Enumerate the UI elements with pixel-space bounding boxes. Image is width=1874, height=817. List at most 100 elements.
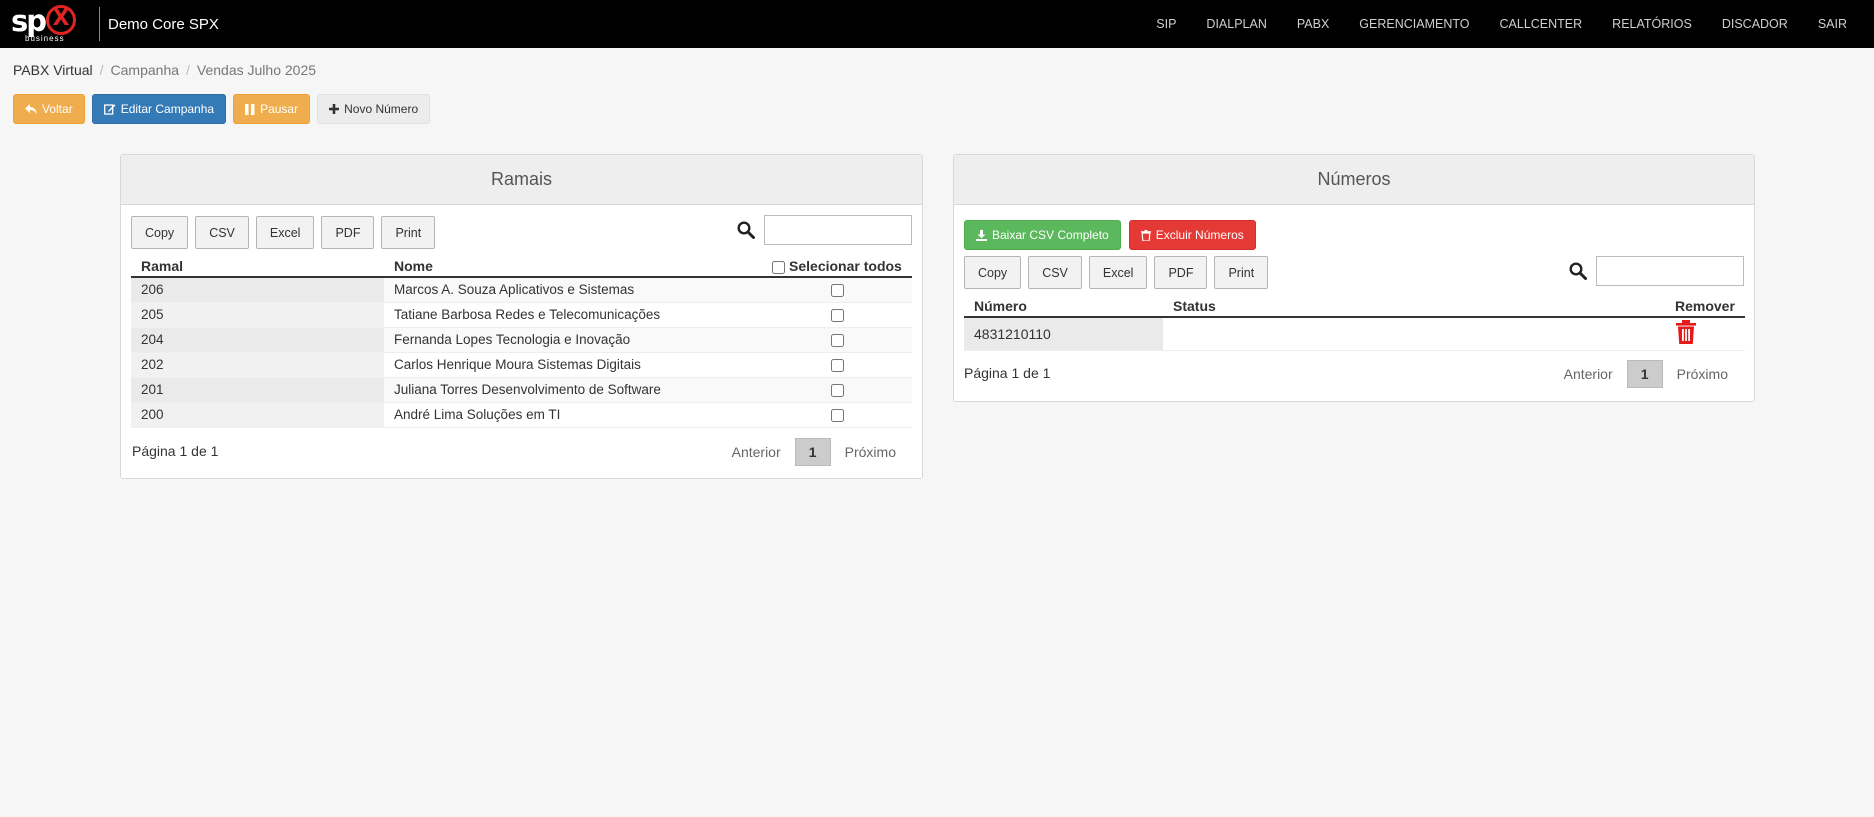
pausar-button[interactable]: Pausar xyxy=(233,94,311,124)
campaign-toolbar: Voltar Editar Campanha Pausar Novo Númer… xyxy=(13,94,431,124)
numeros-table-wrap: Número Status Remover 4831210110 xyxy=(964,295,1745,351)
table-row: 202 Carlos Henrique Moura Sistemas Digit… xyxy=(131,352,912,378)
table-row: 204 Fernanda Lopes Tecnologia e Inovação xyxy=(131,327,912,353)
col-remover: Remover xyxy=(1665,295,1745,318)
col-selecionar-todos: Selecionar todos xyxy=(762,255,912,278)
ramais-pdf-button[interactable]: PDF xyxy=(321,216,375,249)
ramais-search-input[interactable] xyxy=(764,215,912,245)
baixar-csv-label: Baixar CSV Completo xyxy=(992,228,1109,242)
select-all-checkbox[interactable] xyxy=(772,260,786,274)
ramais-print-button[interactable]: Print xyxy=(381,216,436,249)
search-icon xyxy=(1569,262,1587,280)
breadcrumb-pabx-virtual[interactable]: PABX Virtual xyxy=(13,62,93,78)
numeros-print-button[interactable]: Print xyxy=(1214,256,1269,289)
table-row: 4831210110 xyxy=(964,317,1745,351)
main-menu: SIP DIALPLAN PABX GERENCIAMENTO CALLCENT… xyxy=(1126,0,1847,48)
row-checkbox[interactable] xyxy=(830,333,844,347)
spx-logo[interactable]: sp X business xyxy=(0,0,86,48)
pager-current-page[interactable]: 1 xyxy=(1626,360,1663,388)
breadcrumb: PABX Virtual / Campanha / Vendas Julho 2… xyxy=(13,62,316,78)
ramais-copy-button[interactable]: Copy xyxy=(131,216,189,249)
row-checkbox-cell xyxy=(762,302,912,328)
numeros-search-input[interactable] xyxy=(1596,256,1744,286)
col-ramal[interactable]: Ramal xyxy=(131,255,384,278)
pager-proximo[interactable]: Próximo xyxy=(1663,366,1742,382)
editar-campanha-button[interactable]: Editar Campanha xyxy=(91,94,227,124)
row-checkbox-cell xyxy=(762,277,912,303)
menu-dialplan[interactable]: DIALPLAN xyxy=(1206,17,1266,31)
nome-cell: Fernanda Lopes Tecnologia e Inovação xyxy=(384,327,762,353)
logo-subtitle: business xyxy=(25,34,65,43)
ramais-csv-button[interactable]: CSV xyxy=(195,216,249,249)
numeros-search xyxy=(1569,256,1744,286)
baixar-csv-button[interactable]: Baixar CSV Completo xyxy=(964,220,1121,250)
breadcrumb-separator: / xyxy=(186,62,190,78)
editar-campanha-label: Editar Campanha xyxy=(120,102,215,116)
numeros-copy-button[interactable]: Copy xyxy=(964,256,1022,289)
numeros-pdf-button[interactable]: PDF xyxy=(1154,256,1208,289)
row-checkbox[interactable] xyxy=(830,383,844,397)
download-icon xyxy=(976,229,987,241)
excluir-numeros-label: Excluir Números xyxy=(1155,228,1244,242)
col-status[interactable]: Status xyxy=(1163,295,1665,318)
ramais-panel-title: Ramais xyxy=(121,155,922,205)
numeros-action-buttons: Baixar CSV Completo Excluir Números xyxy=(964,220,1256,250)
menu-discador[interactable]: DISCADOR xyxy=(1722,17,1788,31)
ramais-panel: Ramais Copy CSV Excel PDF Print Ramal No… xyxy=(120,154,923,479)
pausar-label: Pausar xyxy=(260,102,299,116)
breadcrumb-current: Vendas Julho 2025 xyxy=(196,62,317,78)
nome-cell: Carlos Henrique Moura Sistemas Digitais xyxy=(384,352,762,378)
menu-relatorios[interactable]: RELATÓRIOS xyxy=(1612,17,1692,31)
ramal-cell: 201 xyxy=(131,377,384,403)
ramais-panel-body: Copy CSV Excel PDF Print Ramal Nome Sele… xyxy=(121,205,922,478)
voltar-button[interactable]: Voltar xyxy=(13,94,85,124)
ramais-search xyxy=(737,215,912,245)
pager-anterior[interactable]: Anterior xyxy=(718,444,795,460)
trash-icon xyxy=(1140,229,1151,241)
menu-pabx[interactable]: PABX xyxy=(1297,17,1329,31)
numeros-panel-body: Baixar CSV Completo Excluir Números Copy… xyxy=(954,205,1754,401)
remover-cell xyxy=(1665,317,1745,351)
numeros-panel: Números Baixar CSV Completo Excluir Núme… xyxy=(953,154,1755,402)
row-checkbox-cell xyxy=(762,352,912,378)
ramal-cell: 204 xyxy=(131,327,384,353)
excluir-numeros-button[interactable]: Excluir Números xyxy=(1128,220,1256,250)
nome-cell: Tatiane Barbosa Redes e Telecomunicações xyxy=(384,302,762,328)
table-row: 206 Marcos A. Souza Aplicativos e Sistem… xyxy=(131,277,912,303)
nome-cell: Marcos A. Souza Aplicativos e Sistemas xyxy=(384,277,762,303)
menu-sip[interactable]: SIP xyxy=(1156,17,1176,31)
novo-numero-button[interactable]: Novo Número xyxy=(317,94,431,124)
search-icon xyxy=(737,221,755,239)
status-cell xyxy=(1163,317,1665,351)
menu-callcenter[interactable]: CALLCENTER xyxy=(1500,17,1583,31)
pager-anterior[interactable]: Anterior xyxy=(1550,366,1627,382)
plus-icon xyxy=(329,104,340,114)
menu-sair[interactable]: SAIR xyxy=(1818,17,1847,31)
ramais-pagination: Anterior 1 Próximo xyxy=(718,438,910,466)
row-checkbox[interactable] xyxy=(830,284,844,298)
table-row: 201 Juliana Torres Desenvolvimento de So… xyxy=(131,377,912,403)
numero-cell: 4831210110 xyxy=(964,317,1163,351)
pager-proximo[interactable]: Próximo xyxy=(831,444,910,460)
row-checkbox[interactable] xyxy=(830,358,844,372)
pager-current-page[interactable]: 1 xyxy=(794,438,831,466)
trash-icon[interactable] xyxy=(1675,320,1697,345)
col-nome[interactable]: Nome xyxy=(384,255,762,278)
edit-icon xyxy=(103,104,116,115)
menu-gerenciamento[interactable]: GERENCIAMENTO xyxy=(1359,17,1469,31)
table-row: 200 André Lima Soluções em TI xyxy=(131,402,912,428)
col-numero[interactable]: Número xyxy=(964,295,1163,318)
row-checkbox[interactable] xyxy=(830,408,844,422)
nome-cell: André Lima Soluções em TI xyxy=(384,402,762,428)
nome-cell: Juliana Torres Desenvolvimento de Softwa… xyxy=(384,377,762,403)
numeros-csv-button[interactable]: CSV xyxy=(1028,256,1082,289)
breadcrumb-campanha[interactable]: Campanha xyxy=(111,62,180,78)
top-navbar: sp X business Demo Core SPX SIP DIALPLAN… xyxy=(0,0,1874,48)
ramais-excel-button[interactable]: Excel xyxy=(255,216,315,249)
row-checkbox[interactable] xyxy=(830,308,844,322)
ramal-cell: 206 xyxy=(131,277,384,303)
brand-name[interactable]: Demo Core SPX xyxy=(108,16,219,33)
numeros-excel-button[interactable]: Excel xyxy=(1088,256,1148,289)
row-checkbox-cell xyxy=(762,327,912,353)
ramal-cell: 202 xyxy=(131,352,384,378)
